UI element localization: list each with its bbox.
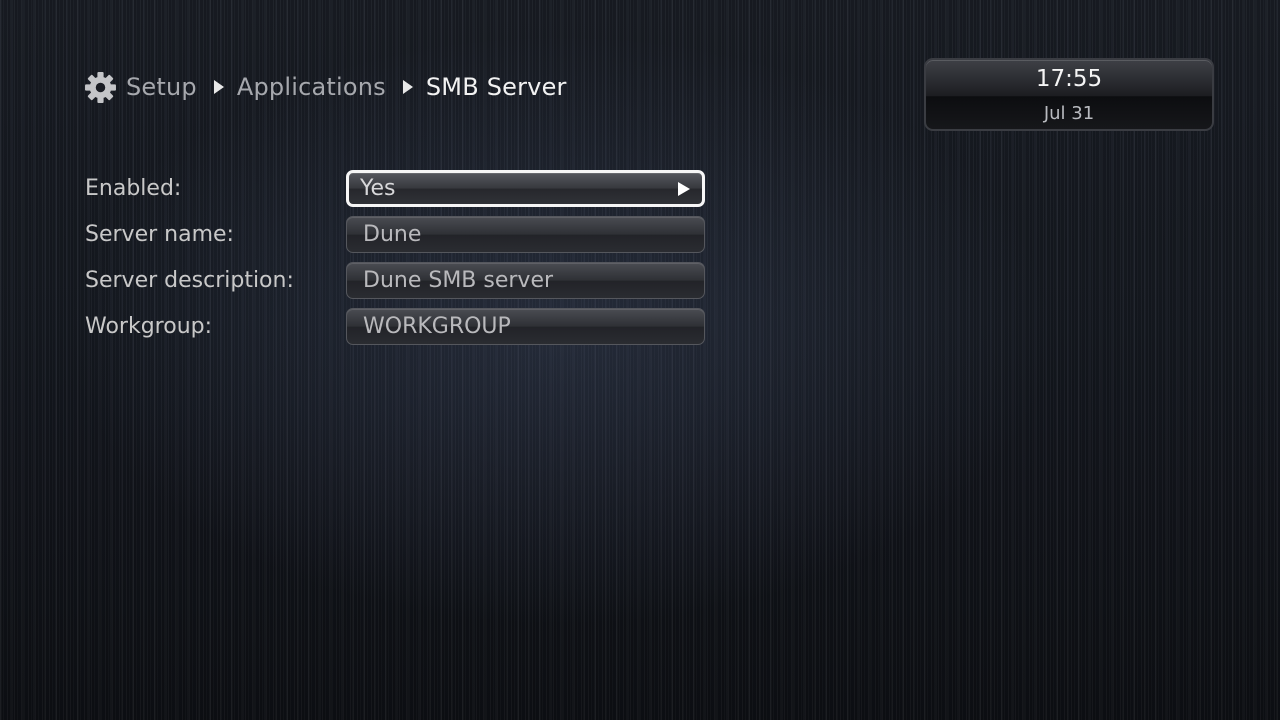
breadcrumb-applications[interactable]: Applications — [237, 73, 386, 101]
workgroup-field[interactable]: WORKGROUP — [346, 308, 705, 345]
clock-date: Jul 31 — [1043, 103, 1095, 124]
breadcrumb-separator-icon — [402, 80, 413, 94]
server-name-field[interactable]: Dune — [346, 216, 705, 253]
enabled-selector[interactable]: Yes — [346, 170, 705, 207]
page-title: SMB Server — [425, 73, 567, 101]
breadcrumb: Setup Applications SMB Server — [84, 68, 567, 106]
server-description-value: Dune SMB server — [363, 268, 554, 293]
server-name-value: Dune — [363, 222, 422, 247]
gear-icon — [84, 71, 117, 104]
workgroup-label: Workgroup: — [85, 314, 213, 339]
breadcrumb-setup[interactable]: Setup — [126, 73, 197, 101]
enabled-value: Yes — [360, 176, 396, 201]
arrow-right-icon — [678, 181, 690, 196]
breadcrumb-separator-icon — [213, 80, 224, 94]
workgroup-value: WORKGROUP — [363, 314, 511, 339]
clock-panel: 17:55 Jul 31 — [924, 58, 1214, 131]
server-description-field[interactable]: Dune SMB server — [346, 262, 705, 299]
server-description-label: Server description: — [85, 268, 294, 293]
clock-time: 17:55 — [1035, 66, 1103, 92]
server-name-label: Server name: — [85, 222, 234, 247]
enabled-label: Enabled: — [85, 176, 182, 201]
